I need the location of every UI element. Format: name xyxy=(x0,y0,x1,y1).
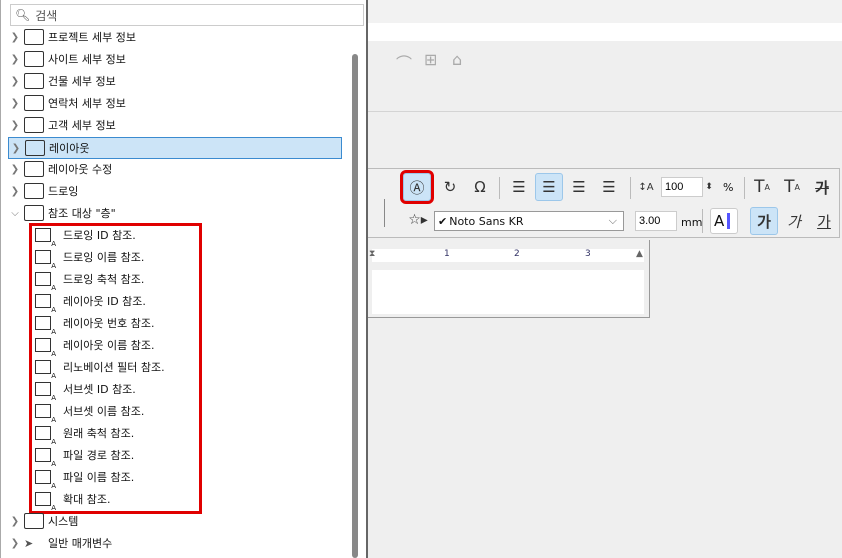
justify-button[interactable]: ☰ xyxy=(595,173,623,201)
search-icon: 🔍︎ xyxy=(15,8,31,22)
tree-item-label: 일반 매개변수 xyxy=(48,537,113,550)
building-icon xyxy=(24,73,44,89)
arc-icon: ⌒ xyxy=(396,54,413,73)
symbol-button[interactable]: Ω xyxy=(466,173,494,201)
tree-item-layout[interactable]: ❯ 레이아웃 xyxy=(8,137,342,159)
client-icon xyxy=(24,117,44,133)
transfer-icon: ⊞ xyxy=(424,50,438,69)
tree-item-site[interactable]: ❯ 사이트 세부 정보 xyxy=(8,48,342,70)
text-edit-area[interactable] xyxy=(372,270,644,314)
font-size-input[interactable] xyxy=(635,211,677,231)
tree-item-building[interactable]: ❯ 건물 세부 정보 xyxy=(8,70,342,92)
tree-item-general-params[interactable]: ❯ ➤ 일반 매개변수 xyxy=(8,532,342,554)
layout-icon xyxy=(25,140,45,156)
contact-icon xyxy=(24,95,44,111)
ruler-tick: 2 xyxy=(514,249,520,259)
chevron-down-icon: ⌵ xyxy=(608,214,617,227)
drawing-icon xyxy=(24,183,44,199)
percent-label: % xyxy=(723,181,734,194)
bold-button[interactable]: 가 xyxy=(750,207,778,235)
tree-item-contact[interactable]: ❯ 연락처 세부 정보 xyxy=(8,92,342,114)
tree-item-label: 건물 세부 정보 xyxy=(48,75,116,88)
tree-item-client[interactable]: ❯ 고객 세부 정보 xyxy=(8,114,342,136)
align-right-button[interactable]: ☰ xyxy=(565,173,593,201)
system-icon xyxy=(24,513,44,529)
tree-item-reference[interactable]: ⌵ 참조 대상 "층" xyxy=(8,202,342,224)
chevron-right-icon: ❯ xyxy=(10,97,20,109)
align-left-button[interactable]: ☰ xyxy=(505,173,533,201)
text-toolbar: Ⓐ ↻ Ω ☰ ☰ ☰ ☰ ↕A ⬍ % TA TA 가 ☆▸ ✔Noto Sa… xyxy=(367,168,840,238)
tree-item-label: 레이아웃 xyxy=(49,142,90,155)
scrollbar[interactable] xyxy=(352,54,358,558)
tree-item-label: 레이아웃 수정 xyxy=(48,163,113,176)
tree-item-label: 시스템 xyxy=(48,515,79,528)
cursor-icon: ➤ xyxy=(24,536,34,550)
chevron-right-icon: ❯ xyxy=(10,119,20,131)
reference-icon xyxy=(24,205,44,221)
autotext-button[interactable]: Ⓐ xyxy=(400,170,434,204)
line-spacing-input[interactable] xyxy=(661,177,703,197)
ruler-tick: 1 xyxy=(444,249,450,259)
layout-revision-icon xyxy=(24,161,44,177)
left-indent-handle[interactable]: ⧗ xyxy=(369,249,375,259)
line-spacing-icon: ↕A xyxy=(638,181,654,193)
chevron-right-icon: ❯ xyxy=(10,515,20,527)
superscript-button[interactable]: TA xyxy=(748,173,776,201)
unit-label: mm xyxy=(681,216,703,229)
tree-item-label: 고객 세부 정보 xyxy=(48,119,116,132)
strikethrough-button[interactable]: 가 xyxy=(808,173,836,201)
home-icon: ⌂ xyxy=(452,50,463,69)
font-select[interactable]: ✔ Noto Sans KR ⌵ xyxy=(434,211,624,231)
chevron-right-icon: ❯ xyxy=(10,31,20,43)
tree-item-label: 연락처 세부 정보 xyxy=(48,97,126,110)
tree-item-label: 참조 대상 "층" xyxy=(48,207,116,220)
chevron-right-icon: ❯ xyxy=(10,163,20,175)
chevron-down-icon: ⌵ xyxy=(11,207,19,219)
tree-item-layout-revision[interactable]: ❯ 레이아웃 수정 xyxy=(8,158,342,180)
map-pin-icon xyxy=(24,51,44,67)
house-icon xyxy=(24,29,44,45)
tree-item-label: 드로잉 xyxy=(48,185,79,198)
italic-button[interactable]: 가 xyxy=(780,207,808,235)
autotext-dropdown: 🔍︎ 검색 ❯ 프로젝트 세부 정보 ❯ 사이트 세부 정보 ❯ 건물 세부 정보 ❯ 연… xyxy=(0,0,368,558)
align-center-button[interactable]: ☰ xyxy=(535,173,563,201)
divider xyxy=(367,111,842,112)
right-indent-handle[interactable]: ▲ xyxy=(636,249,643,259)
chevron-right-icon: ❯ xyxy=(11,142,21,154)
favorites-star-icon[interactable]: ☆▸ xyxy=(404,206,432,234)
text-ruler: ⧗ 1 2 3 ▲ xyxy=(367,240,650,318)
text-color-button[interactable]: A xyxy=(710,208,738,234)
chevron-right-icon: ❯ xyxy=(10,537,20,549)
search-input[interactable]: 🔍︎ 검색 xyxy=(10,4,364,26)
subscript-button[interactable]: TA xyxy=(778,173,806,201)
spacing-stepper[interactable]: ⬍ xyxy=(702,173,716,201)
chevron-right-icon: ❯ xyxy=(10,53,20,65)
ruler-tick: 3 xyxy=(585,249,591,259)
chevron-right-icon: ❯ xyxy=(10,75,20,87)
underline-button[interactable]: 가 xyxy=(810,207,838,235)
tree-item-drawing[interactable]: ❯ 드로잉 xyxy=(8,180,342,202)
rotate-text-button[interactable]: ↻ xyxy=(436,173,464,201)
tree-item-system[interactable]: ❯ 시스템 xyxy=(8,510,342,532)
tree-item-label: 사이트 세부 정보 xyxy=(48,53,126,66)
chevron-right-icon: ❯ xyxy=(10,185,20,197)
highlight-box xyxy=(29,223,202,514)
tree-item-project[interactable]: ❯ 프로젝트 세부 정보 xyxy=(8,26,342,48)
tree-item-label: 프로젝트 세부 정보 xyxy=(48,31,136,44)
ruler-track[interactable]: ⧗ 1 2 3 ▲ xyxy=(369,249,644,262)
